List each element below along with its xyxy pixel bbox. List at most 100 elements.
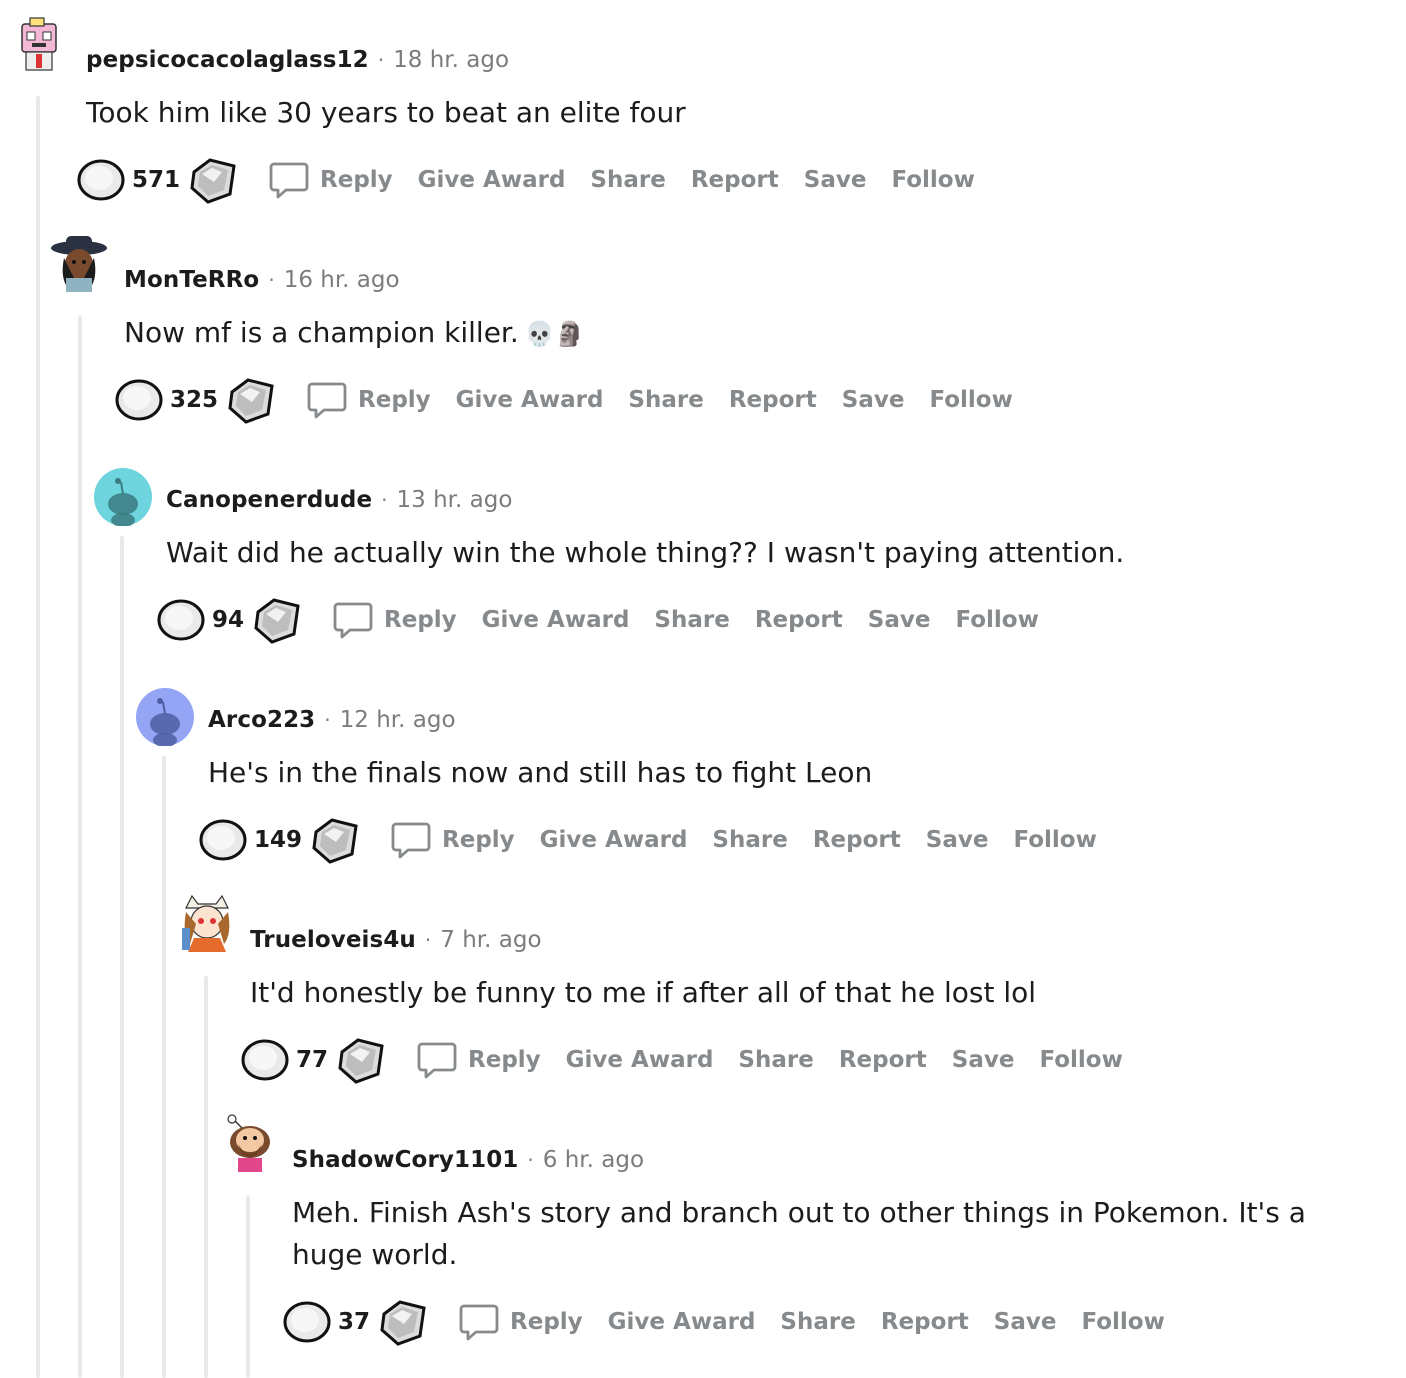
give-award-button[interactable]: Give Award <box>540 827 688 853</box>
share-button[interactable]: Share <box>628 387 703 413</box>
avatar[interactable] <box>178 894 236 952</box>
vote-score: 149 <box>254 827 303 853</box>
save-button[interactable]: Save <box>842 387 905 413</box>
vote-score: 571 <box>132 167 181 193</box>
comment-actions: 37 Reply Give Award Share Report Save Fo… <box>282 1297 1165 1347</box>
timestamp[interactable]: 13 hr. ago <box>397 487 513 513</box>
reply-bubble-icon[interactable] <box>390 819 432 861</box>
follow-button[interactable]: Follow <box>929 387 1012 413</box>
reply-bubble-icon[interactable] <box>332 599 374 641</box>
upvote-icon[interactable] <box>240 1038 290 1082</box>
username[interactable]: pepsicocacolaglass12 <box>86 47 369 73</box>
timestamp[interactable]: 18 hr. ago <box>393 47 509 73</box>
comment-body: It'd honestly be funny to me if after al… <box>250 972 1330 1014</box>
follow-button[interactable]: Follow <box>1039 1047 1122 1073</box>
follow-button[interactable]: Follow <box>891 167 974 193</box>
reply-button[interactable]: Reply <box>442 827 515 853</box>
report-button[interactable]: Report <box>839 1047 927 1073</box>
downvote-icon[interactable] <box>188 156 238 204</box>
username[interactable]: Trueloveis4u <box>250 927 416 953</box>
thread-line[interactable] <box>246 1196 250 1378</box>
timestamp[interactable]: 6 hr. ago <box>543 1147 644 1173</box>
downvote-icon[interactable] <box>252 596 302 644</box>
username[interactable]: MonTeRRo <box>124 267 259 293</box>
thread-line[interactable] <box>78 316 82 1378</box>
reply-bubble-icon[interactable] <box>268 159 310 201</box>
comment-actions: 571 Reply Give Award Share Report Save F… <box>76 155 975 205</box>
upvote-icon[interactable] <box>76 158 126 202</box>
thread-line[interactable] <box>204 976 208 1378</box>
share-button[interactable]: Share <box>780 1309 855 1335</box>
separator-dot: · <box>377 48 385 72</box>
give-award-button[interactable]: Give Award <box>608 1309 756 1335</box>
hat-wearer-avatar-icon <box>51 236 107 292</box>
comment-text: Meh. Finish Ash's story and branch out t… <box>292 1196 1306 1271</box>
reply-bubble-icon[interactable] <box>306 379 348 421</box>
reply-button[interactable]: Reply <box>468 1047 541 1073</box>
follow-button[interactable]: Follow <box>955 607 1038 633</box>
save-button[interactable]: Save <box>926 827 989 853</box>
downvote-icon[interactable] <box>378 1298 428 1346</box>
share-button[interactable]: Share <box>738 1047 813 1073</box>
avatar[interactable] <box>94 468 152 526</box>
username[interactable]: Canopenerdude <box>166 487 372 513</box>
downvote-icon[interactable] <box>226 376 276 424</box>
timestamp[interactable]: 16 hr. ago <box>284 267 400 293</box>
give-award-button[interactable]: Give Award <box>566 1047 714 1073</box>
follow-button[interactable]: Follow <box>1013 827 1096 853</box>
comment-body: Meh. Finish Ash's story and branch out t… <box>292 1192 1352 1276</box>
reply-button[interactable]: Reply <box>510 1309 583 1335</box>
separator-dot: · <box>527 1148 534 1172</box>
timestamp[interactable]: 7 hr. ago <box>440 927 541 953</box>
comment-text: It'd honestly be funny to me if after al… <box>250 976 1037 1009</box>
reply-button[interactable]: Reply <box>320 167 393 193</box>
report-button[interactable]: Report <box>755 607 843 633</box>
report-button[interactable]: Report <box>881 1309 969 1335</box>
username[interactable]: ShadowCory1101 <box>292 1147 518 1173</box>
reply-button[interactable]: Reply <box>358 387 431 413</box>
save-button[interactable]: Save <box>804 167 867 193</box>
save-button[interactable]: Save <box>868 607 931 633</box>
vote-score: 325 <box>170 387 219 413</box>
comment-actions: 325 Reply Give Award Share Report Save F… <box>114 375 1013 425</box>
thread-line[interactable] <box>36 96 40 1378</box>
timestamp[interactable]: 12 hr. ago <box>340 707 456 733</box>
share-button[interactable]: Share <box>654 607 729 633</box>
vote-score: 94 <box>212 607 245 633</box>
comment-actions: 77 Reply Give Award Share Report Save Fo… <box>240 1035 1123 1085</box>
thread-line[interactable] <box>120 536 124 1378</box>
upvote-icon[interactable] <box>198 818 248 862</box>
thread-line[interactable] <box>162 756 166 1378</box>
comment-text: Took him like 30 years to beat an elite … <box>86 96 686 129</box>
report-button[interactable]: Report <box>729 387 817 413</box>
give-award-button[interactable]: Give Award <box>456 387 604 413</box>
separator-dot: · <box>268 268 275 292</box>
upvote-icon[interactable] <box>114 378 164 422</box>
avatar[interactable] <box>50 234 108 292</box>
downvote-icon[interactable] <box>336 1036 386 1084</box>
give-award-button[interactable]: Give Award <box>482 607 630 633</box>
report-button[interactable]: Report <box>813 827 901 853</box>
avatar[interactable] <box>10 14 68 72</box>
share-button[interactable]: Share <box>590 167 665 193</box>
reply-bubble-icon[interactable] <box>458 1301 500 1343</box>
reply-button[interactable]: Reply <box>384 607 457 633</box>
avatar[interactable] <box>220 1114 278 1172</box>
save-button[interactable]: Save <box>952 1047 1015 1073</box>
vote-score: 37 <box>338 1309 371 1335</box>
downvote-icon[interactable] <box>310 816 360 864</box>
username[interactable]: Arco223 <box>208 707 315 733</box>
save-button[interactable]: Save <box>994 1309 1057 1335</box>
give-award-button[interactable]: Give Award <box>418 167 566 193</box>
vote-score: 77 <box>296 1047 329 1073</box>
comment-body: Took him like 30 years to beat an elite … <box>86 92 1166 134</box>
comment-text: Wait did he actually win the whole thing… <box>166 536 1125 569</box>
avatar[interactable] <box>136 688 194 746</box>
follow-button[interactable]: Follow <box>1081 1309 1164 1335</box>
upvote-icon[interactable] <box>282 1300 332 1344</box>
report-button[interactable]: Report <box>691 167 779 193</box>
reply-bubble-icon[interactable] <box>416 1039 458 1081</box>
share-button[interactable]: Share <box>712 827 787 853</box>
comment-body: Now mf is a champion killer. 💀🗿 <box>124 312 1204 355</box>
upvote-icon[interactable] <box>156 598 206 642</box>
